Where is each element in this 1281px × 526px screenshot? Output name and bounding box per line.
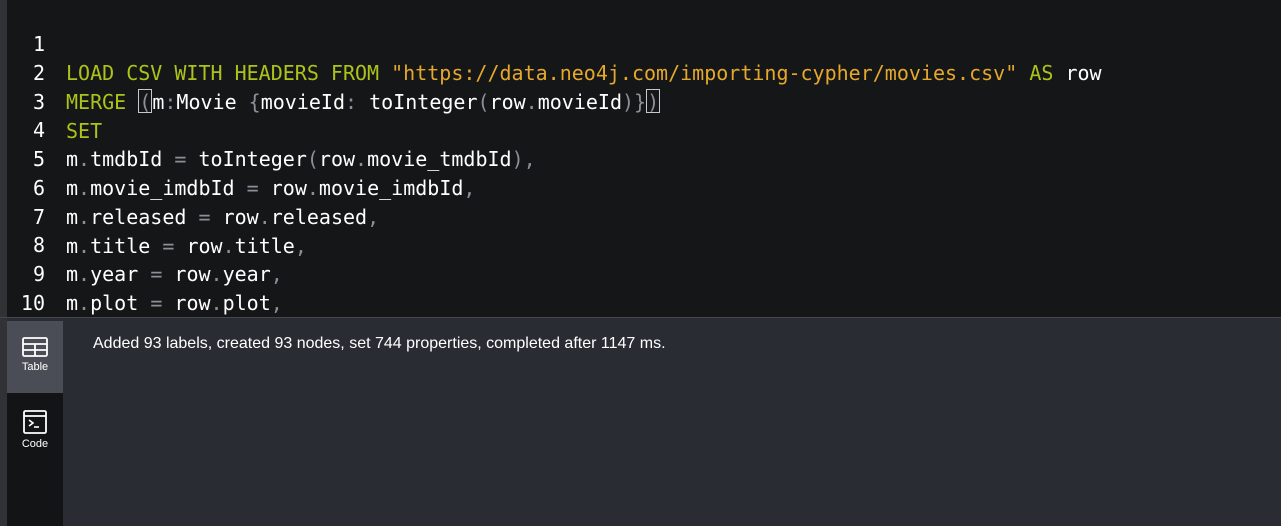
property-key: tmdbId	[90, 147, 163, 171]
variable: row	[174, 291, 211, 315]
property-key: movie_imdbId	[318, 176, 464, 200]
operator: ,	[463, 176, 476, 200]
line-code: m.title = row.title,	[66, 234, 307, 258]
table-icon	[22, 337, 48, 357]
matched-bracket-close: )	[646, 89, 661, 114]
operator: =	[198, 205, 211, 229]
code-view-label: Code	[21, 438, 49, 450]
property-key: movieId	[260, 90, 346, 114]
operator: =	[162, 234, 175, 258]
table-view-label: Table	[21, 361, 49, 373]
operator: )	[622, 90, 635, 114]
property-key: movie_tmdbId	[367, 147, 512, 171]
keyword: LOAD CSV WITH HEADERS FROM	[66, 61, 380, 85]
property-key: title	[234, 234, 295, 258]
editor-line: 11	[7, 289, 79, 344]
editor-line: 6 m.released = row.released,	[7, 145, 379, 229]
operator: {	[248, 90, 261, 114]
function-name: toInteger	[369, 90, 478, 114]
operator: ,	[294, 234, 307, 258]
operator: :	[345, 90, 358, 114]
result-status-message: Added 93 labels, created 93 nodes, set 7…	[93, 335, 666, 352]
variable: row	[174, 262, 211, 286]
editor-line: 5 m.movie_imdbId = row.movie_imdbId,	[7, 116, 476, 200]
editor-line: 2 MERGE (m:Movie {movieId: toInteger(row…	[7, 30, 661, 114]
result-view-sidebar: Table Code	[7, 321, 63, 526]
property-key: movieId	[537, 90, 622, 114]
line-code: LOAD CSV WITH HEADERS FROM "https://data…	[66, 59, 1102, 88]
editor-line: 1 LOAD CSV WITH HEADERS FROM "https://da…	[7, 1, 1102, 85]
editor-line: 4 m.tmdbId = toInteger(row.movie_tmdbId)…	[7, 87, 536, 171]
operator: =	[174, 147, 187, 171]
operator: =	[150, 291, 163, 315]
property-key: plot	[90, 291, 139, 315]
cypher-editor[interactable]: 1 LOAD CSV WITH HEADERS FROM "https://da…	[0, 0, 1281, 344]
property-key: title	[90, 234, 151, 258]
editor-line: 3 SET	[7, 59, 102, 143]
operator: ,	[270, 262, 283, 286]
property-key: released	[90, 205, 187, 229]
variable: row	[186, 234, 223, 258]
string-literal: "https://data.neo4j.com/importing-cypher…	[391, 61, 1018, 85]
variable: m	[152, 90, 165, 114]
line-code: MERGE (m:Movie {movieId: toInteger(row.m…	[66, 88, 661, 117]
panel-edge	[0, 318, 7, 526]
terminal-icon	[23, 410, 47, 434]
property-key: year	[222, 262, 271, 286]
variable: row	[222, 205, 259, 229]
variable: row	[270, 176, 307, 200]
code-view-button[interactable]: Code	[7, 394, 63, 466]
editor-line: 10 m.budget = row.budget	[7, 260, 319, 344]
line-code: m.tmdbId = toInteger(row.movie_tmdbId),	[66, 147, 536, 171]
property-key: plot	[222, 291, 271, 315]
line-code: m.year = row.year,	[66, 262, 283, 286]
property-key: released	[270, 205, 368, 229]
line-code: m.movie_imdbId = row.movie_imdbId,	[66, 176, 476, 200]
variable: row	[318, 147, 356, 171]
editor-line: 7 m.title = row.title,	[7, 174, 307, 258]
operator: }	[634, 90, 647, 114]
matched-bracket-open: (	[138, 89, 153, 114]
property-key: year	[90, 262, 139, 286]
table-view-button[interactable]: Table	[7, 321, 63, 393]
operator: (	[477, 90, 490, 114]
operator: ,	[270, 291, 283, 315]
line-code: m.released = row.released,	[66, 205, 380, 229]
editor-line: 9 m.plot = row.plot,	[7, 231, 283, 315]
query-result-frame: 1 LOAD CSV WITH HEADERS FROM "https://da…	[0, 0, 1281, 526]
function-name: toInteger	[198, 147, 307, 171]
operator: ),	[511, 147, 536, 171]
line-code: m.plot = row.plot,	[66, 291, 283, 315]
variable: row	[1065, 61, 1102, 85]
result-panel: Table Code Added 93 labels, created 93 n…	[0, 318, 1281, 526]
operator: :	[164, 90, 177, 114]
operator: =	[150, 262, 163, 286]
variable: row	[489, 90, 526, 114]
operator: ,	[367, 205, 380, 229]
property-key: movie_imdbId	[90, 176, 235, 200]
operator: =	[246, 176, 259, 200]
editor-line: 8 m.year = row.year,	[7, 202, 283, 286]
node-label: Movie	[176, 90, 237, 114]
operator: .	[525, 90, 538, 114]
keyword: AS	[1029, 61, 1054, 85]
